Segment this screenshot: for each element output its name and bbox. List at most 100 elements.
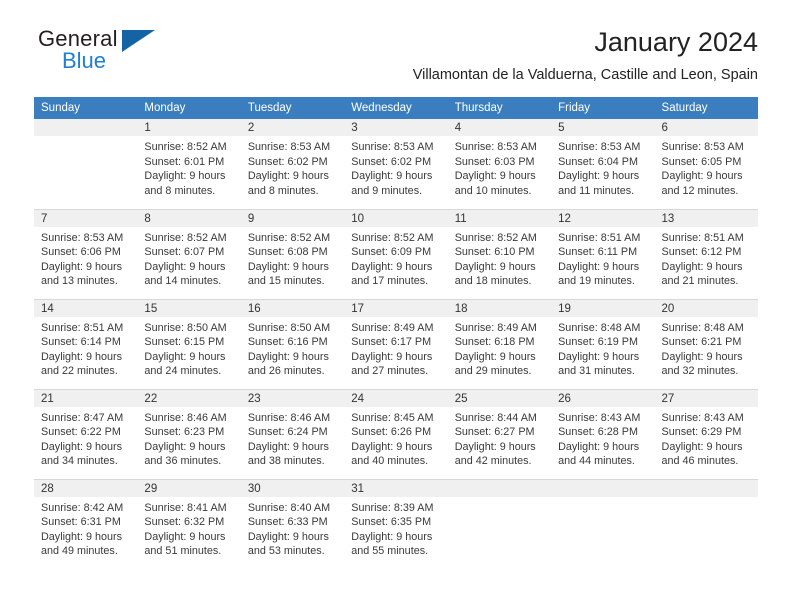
calendar-day-cell[interactable]: 29 Sunrise: 8:41 AM Sunset: 6:32 PM Dayligh… <box>137 478 241 569</box>
calendar-day-cell[interactable]: 10 Sunrise: 8:52 AM Sunset: 6:09 PM Dayligh… <box>344 208 448 299</box>
sunrise-time: Sunrise: 8:52 AM <box>351 231 434 244</box>
day-details: Sunrise: 8:53 AM Sunset: 6:03 PM Daylight:… <box>448 136 551 198</box>
day-number <box>34 119 138 136</box>
daylight-duration-line1: Daylight: 9 hours <box>558 170 640 183</box>
sunrise-time: Sunrise: 8:53 AM <box>247 141 331 153</box>
daylight-duration-line1: Daylight: 9 hours <box>454 170 536 183</box>
day-number: 13 <box>654 209 758 227</box>
day-number: 10 <box>344 209 448 227</box>
sunset-time: Sunset: 6:03 PM <box>454 155 535 168</box>
calendar-day-cell[interactable]: 4 Sunrise: 8:53 AM Sunset: 6:03 PM Daylight… <box>447 119 552 209</box>
day-number: 26 <box>551 389 655 407</box>
calendar-day-cell[interactable]: 5 Sunrise: 8:53 AM Sunset: 6:04 PM Daylight… <box>551 119 655 209</box>
day-details: Sunrise: 8:46 AM Sunset: 6:24 PM Daylight:… <box>241 407 344 469</box>
day-details: Sunrise: 8:51 AM Sunset: 6:12 PM Daylight:… <box>655 227 758 289</box>
daylight-duration-line1: Daylight: 9 hours <box>144 170 226 183</box>
day-number <box>551 479 655 497</box>
calendar-week-row: 28 Sunrise: 8:42 AM Sunset: 6:31 PM Dayligh… <box>34 478 758 569</box>
calendar-day-cell[interactable]: 1 Sunrise: 8:52 AM Sunset: 6:01 PM Daylight… <box>137 119 241 209</box>
weekday-header-thursday: Thursday <box>447 97 552 119</box>
day-number: 30 <box>240 479 345 497</box>
calendar-day-cell[interactable]: 13 Sunrise: 8:51 AM Sunset: 6:12 PM Dayligh… <box>654 208 758 299</box>
sunset-time: Sunset: 6:15 PM <box>144 336 225 349</box>
day-details: Sunrise: 8:44 AM Sunset: 6:27 PM Daylight:… <box>448 407 551 469</box>
calendar-day-cell[interactable]: 30 Sunrise: 8:40 AM Sunset: 6:33 PM Dayligh… <box>240 478 345 569</box>
calendar-day-cell[interactable]: 16 Sunrise: 8:50 AM Sunset: 6:16 PM Dayligh… <box>240 298 345 389</box>
daylight-duration-line1: Daylight: 9 hours <box>558 440 640 453</box>
calendar-day-cell[interactable]: 12 Sunrise: 8:51 AM Sunset: 6:11 PM Dayligh… <box>551 208 655 299</box>
calendar-day-cell-empty <box>447 478 552 569</box>
daylight-duration-line2: and 38 minutes. <box>247 455 325 468</box>
sunset-time: Sunset: 6:35 PM <box>351 516 432 529</box>
daylight-duration-line2: and 12 minutes. <box>661 184 739 197</box>
calendar-day-cell[interactable]: 25 Sunrise: 8:44 AM Sunset: 6:27 PM Dayligh… <box>447 388 552 479</box>
calendar-day-cell[interactable]: 14 Sunrise: 8:51 AM Sunset: 6:14 PM Dayligh… <box>34 298 138 389</box>
day-details: Sunrise: 8:53 AM Sunset: 6:04 PM Daylight:… <box>551 136 654 198</box>
calendar-day-cell[interactable]: 2 Sunrise: 8:53 AM Sunset: 6:02 PM Daylight… <box>240 119 345 209</box>
calendar-day-cell[interactable]: 6 Sunrise: 8:53 AM Sunset: 6:05 PM Daylight… <box>654 119 758 209</box>
day-details: Sunrise: 8:53 AM Sunset: 6:06 PM Daylight:… <box>34 227 137 289</box>
daylight-duration-line1: Daylight: 9 hours <box>351 530 433 543</box>
calendar-day-cell[interactable]: 28 Sunrise: 8:42 AM Sunset: 6:31 PM Dayligh… <box>34 478 138 569</box>
daylight-duration-line2: and 11 minutes. <box>558 184 635 197</box>
sunrise-time: Sunrise: 8:52 AM <box>144 141 227 153</box>
daylight-duration-line1: Daylight: 9 hours <box>144 260 226 273</box>
day-number <box>447 479 552 497</box>
calendar-day-cell[interactable]: 26 Sunrise: 8:43 AM Sunset: 6:28 PM Dayligh… <box>551 388 655 479</box>
calendar-day-cell[interactable]: 3 Sunrise: 8:53 AM Sunset: 6:02 PM Daylight… <box>344 119 448 209</box>
calendar-header-row: Sunday Monday Tuesday Wednesday Thursday… <box>34 97 758 119</box>
calendar-day-cell[interactable]: 15 Sunrise: 8:50 AM Sunset: 6:15 PM Dayligh… <box>137 298 241 389</box>
calendar-day-cell[interactable]: 22 Sunrise: 8:46 AM Sunset: 6:23 PM Dayligh… <box>137 388 241 479</box>
calendar-day-cell[interactable]: 20 Sunrise: 8:48 AM Sunset: 6:21 PM Dayligh… <box>654 298 758 389</box>
calendar-day-cell-empty <box>34 119 138 209</box>
calendar-day-cell[interactable]: 17 Sunrise: 8:49 AM Sunset: 6:17 PM Dayligh… <box>344 298 448 389</box>
weekday-header-sunday: Sunday <box>34 97 138 119</box>
sunrise-time: Sunrise: 8:53 AM <box>41 231 124 244</box>
sunrise-time: Sunrise: 8:44 AM <box>454 411 537 424</box>
calendar-day-cell[interactable]: 27 Sunrise: 8:43 AM Sunset: 6:29 PM Dayligh… <box>654 388 758 479</box>
calendar-day-cell[interactable]: 9 Sunrise: 8:52 AM Sunset: 6:08 PM Daylight… <box>240 208 345 299</box>
sunrise-time: Sunrise: 8:53 AM <box>558 141 641 153</box>
daylight-duration-line2: and 13 minutes. <box>41 275 118 288</box>
day-number: 18 <box>447 299 552 317</box>
daylight-duration-line1: Daylight: 9 hours <box>661 260 743 273</box>
sunrise-time: Sunrise: 8:40 AM <box>247 501 331 514</box>
daylight-duration-line1: Daylight: 9 hours <box>41 350 123 363</box>
daylight-duration-line2: and 46 minutes. <box>661 455 739 468</box>
calendar-day-cell[interactable]: 11 Sunrise: 8:52 AM Sunset: 6:10 PM Dayligh… <box>447 208 552 299</box>
general-blue-logo: General Blue <box>34 26 194 84</box>
calendar-page: General Blue January 2024 Villamontan de… <box>0 0 792 612</box>
sunrise-time: Sunrise: 8:42 AM <box>41 501 124 514</box>
sunrise-time: Sunrise: 8:41 AM <box>144 501 227 514</box>
calendar-day-cell[interactable]: 31 Sunrise: 8:39 AM Sunset: 6:35 PM Dayligh… <box>344 478 448 569</box>
page-subtitle: Villamontan de la Valduerna, Castille an… <box>412 66 758 83</box>
sunset-time: Sunset: 6:12 PM <box>661 246 742 259</box>
sunset-time: Sunset: 6:10 PM <box>454 246 535 259</box>
day-details: Sunrise: 8:45 AM Sunset: 6:26 PM Daylight:… <box>344 407 447 469</box>
weekday-header-wednesday: Wednesday <box>344 97 448 119</box>
sunrise-time: Sunrise: 8:50 AM <box>144 321 227 334</box>
calendar-day-cell[interactable]: 23 Sunrise: 8:46 AM Sunset: 6:24 PM Dayligh… <box>240 388 345 479</box>
sunset-time: Sunset: 6:26 PM <box>351 426 432 439</box>
calendar-day-cell[interactable]: 19 Sunrise: 8:48 AM Sunset: 6:19 PM Dayligh… <box>551 298 655 389</box>
sunrise-time: Sunrise: 8:46 AM <box>144 411 227 424</box>
daylight-duration-line2: and 36 minutes. <box>144 455 222 468</box>
daylight-duration-line2: and 29 minutes. <box>454 365 532 378</box>
page-title: January 2024 <box>594 27 758 57</box>
calendar-day-cell[interactable]: 7 Sunrise: 8:53 AM Sunset: 6:06 PM Daylight… <box>34 208 138 299</box>
day-number <box>654 479 758 497</box>
calendar-day-cell[interactable]: 21 Sunrise: 8:47 AM Sunset: 6:22 PM Dayligh… <box>34 388 138 479</box>
calendar-week-row: 1 Sunrise: 8:52 AM Sunset: 6:01 PM Daylight… <box>34 119 758 209</box>
daylight-duration-line2: and 44 minutes. <box>558 455 635 468</box>
calendar-week-row: 21 Sunrise: 8:47 AM Sunset: 6:22 PM Dayligh… <box>34 388 758 479</box>
day-details: Sunrise: 8:52 AM Sunset: 6:09 PM Daylight:… <box>344 227 447 289</box>
calendar-day-cell[interactable]: 18 Sunrise: 8:49 AM Sunset: 6:18 PM Dayligh… <box>447 298 552 389</box>
day-details: Sunrise: 8:52 AM Sunset: 6:10 PM Daylight:… <box>448 227 551 289</box>
daylight-duration-line1: Daylight: 9 hours <box>454 440 536 453</box>
daylight-duration-line1: Daylight: 9 hours <box>247 170 329 183</box>
day-details <box>448 497 551 501</box>
calendar-day-cell[interactable]: 24 Sunrise: 8:45 AM Sunset: 6:26 PM Dayligh… <box>344 388 448 479</box>
day-details: Sunrise: 8:53 AM Sunset: 6:02 PM Daylight:… <box>241 136 344 198</box>
calendar-day-cell[interactable]: 8 Sunrise: 8:52 AM Sunset: 6:07 PM Daylight… <box>137 208 241 299</box>
day-number: 2 <box>240 119 345 136</box>
